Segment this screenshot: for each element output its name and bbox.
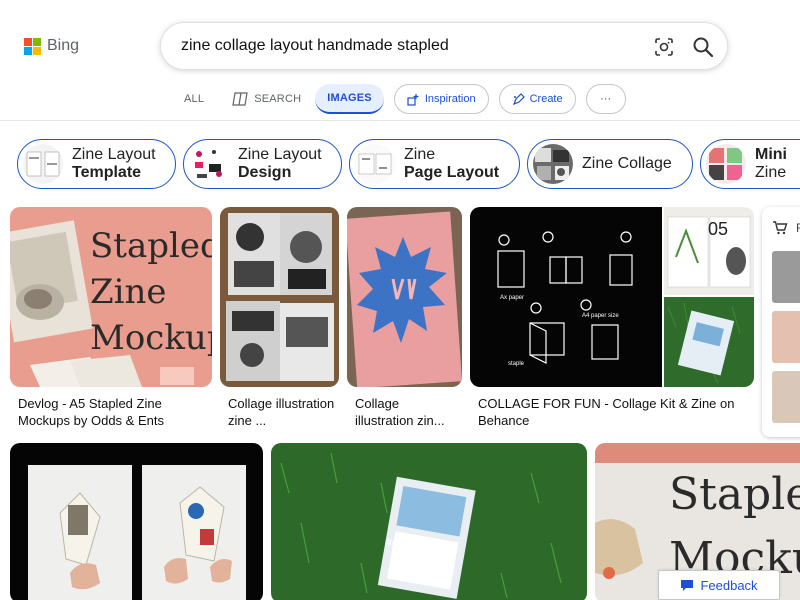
chip-thumbnail <box>355 144 395 184</box>
tab-search-label: SEARCH <box>254 93 302 105</box>
shopping-cart-icon <box>773 221 788 235</box>
bing-image-search-page: Bing ALL SEARCH IMAGES Inspira <box>0 0 800 600</box>
result-caption-2[interactable]: Collage illustration zine ... <box>228 395 338 429</box>
image-text-line: Mockups <box>90 318 212 358</box>
microsoft-logo-icon <box>24 37 41 55</box>
chip-thumbnail <box>23 144 63 184</box>
related-chip-zine-page-layout[interactable]: Zine Page Layout <box>349 139 520 189</box>
search-input[interactable] <box>181 35 641 57</box>
tab-images-label: IMAGES <box>327 92 372 104</box>
chip-thumbnail <box>706 144 746 184</box>
result-thumbnail <box>347 207 462 387</box>
tab-search[interactable]: SEARCH <box>218 84 315 114</box>
result-image-1[interactable]: Stapled Zine Mockups <box>10 207 212 387</box>
image-text-line: Staple <box>669 469 800 520</box>
chip-bold-text: Page Layout <box>404 164 500 181</box>
chip-light-text: Zine <box>404 146 436 163</box>
result-image-3[interactable] <box>347 207 462 387</box>
image-text-line: Zine <box>90 272 167 312</box>
tab-all-label: ALL <box>184 93 205 105</box>
inspiration-button[interactable]: Inspiration <box>393 84 489 114</box>
bing-logo[interactable]: Bing <box>24 37 79 55</box>
result-image-5[interactable] <box>10 443 263 600</box>
result-image-6[interactable]: #catdanchov <box>271 443 587 600</box>
inspiration-icon <box>407 93 419 106</box>
more-button[interactable]: ··· <box>585 84 626 114</box>
result-thumbnail: #catdanchov <box>271 443 587 600</box>
related-chip-zine-layout-template[interactable]: Zine Layout Template <box>17 139 176 189</box>
side-thumbnail[interactable] <box>772 251 800 303</box>
result-thumbnail: Ax paper staple A4 paper size 05 <box>470 207 754 387</box>
chip-light-text: Zine <box>755 164 787 181</box>
side-panel-label: F <box>796 221 800 235</box>
result-caption-3[interactable]: Collage illustration zin... <box>355 395 461 429</box>
related-chip-mini-zine[interactable]: Mini Zine <box>700 139 800 189</box>
image-text-line: Ax paper <box>500 295 524 301</box>
thumb-number: 05 <box>708 219 728 239</box>
create-label: Create <box>529 93 563 105</box>
header-divider <box>0 120 800 121</box>
feedback-label: Feedback <box>700 577 758 593</box>
shopping-side-panel[interactable]: F <box>762 207 800 437</box>
brand-name: Bing <box>47 37 80 54</box>
create-icon <box>512 92 525 105</box>
chip-thumbnail <box>189 144 229 184</box>
chip-thumbnail <box>533 144 573 184</box>
image-text-line: A4 paper size <box>582 313 619 319</box>
chip-light-text: Zine Layout <box>238 146 322 163</box>
search-box <box>160 22 728 70</box>
result-image-2[interactable] <box>220 207 339 387</box>
result-caption-1[interactable]: Devlog - A5 Stapled Zine Mockups by Odds… <box>18 395 208 429</box>
tab-images[interactable]: IMAGES <box>315 84 384 114</box>
scope-bar: ALL SEARCH IMAGES Inspiration Create ··· <box>170 84 626 114</box>
chip-bold-text: Template <box>72 164 142 181</box>
copilot-icon <box>232 92 248 106</box>
inspiration-label: Inspiration <box>424 93 476 105</box>
related-chip-zine-layout-design[interactable]: Zine Layout Design <box>183 139 342 189</box>
result-thumbnail: Stapled Zine Mockups <box>10 207 212 387</box>
image-text-line: staple <box>508 361 525 367</box>
chip-light-text: Zine Collage <box>582 155 672 172</box>
side-thumbnail[interactable] <box>772 371 800 423</box>
result-thumbnail <box>220 207 339 387</box>
side-thumbnail[interactable] <box>772 311 800 363</box>
feedback-button[interactable]: Feedback <box>658 570 780 600</box>
magnifier-icon[interactable] <box>692 36 714 58</box>
related-chip-zine-collage[interactable]: Zine Collage <box>527 139 693 189</box>
image-text-line: Stapled <box>90 226 212 266</box>
result-caption-4[interactable]: COLLAGE FOR FUN - Collage Kit & Zine on … <box>478 395 738 429</box>
more-label: ··· <box>600 93 612 105</box>
chip-light-text: Zine Layout <box>72 146 156 163</box>
tab-all[interactable]: ALL <box>170 84 218 114</box>
result-thumbnail <box>10 443 263 600</box>
camera-scan-icon[interactable] <box>654 37 674 57</box>
chip-bold-text: Mini <box>755 146 787 163</box>
create-button[interactable]: Create <box>498 84 576 114</box>
speech-bubble-icon <box>681 579 694 591</box>
chip-bold-text: Design <box>238 164 292 181</box>
result-image-4[interactable]: Ax paper staple A4 paper size 05 <box>470 207 754 387</box>
